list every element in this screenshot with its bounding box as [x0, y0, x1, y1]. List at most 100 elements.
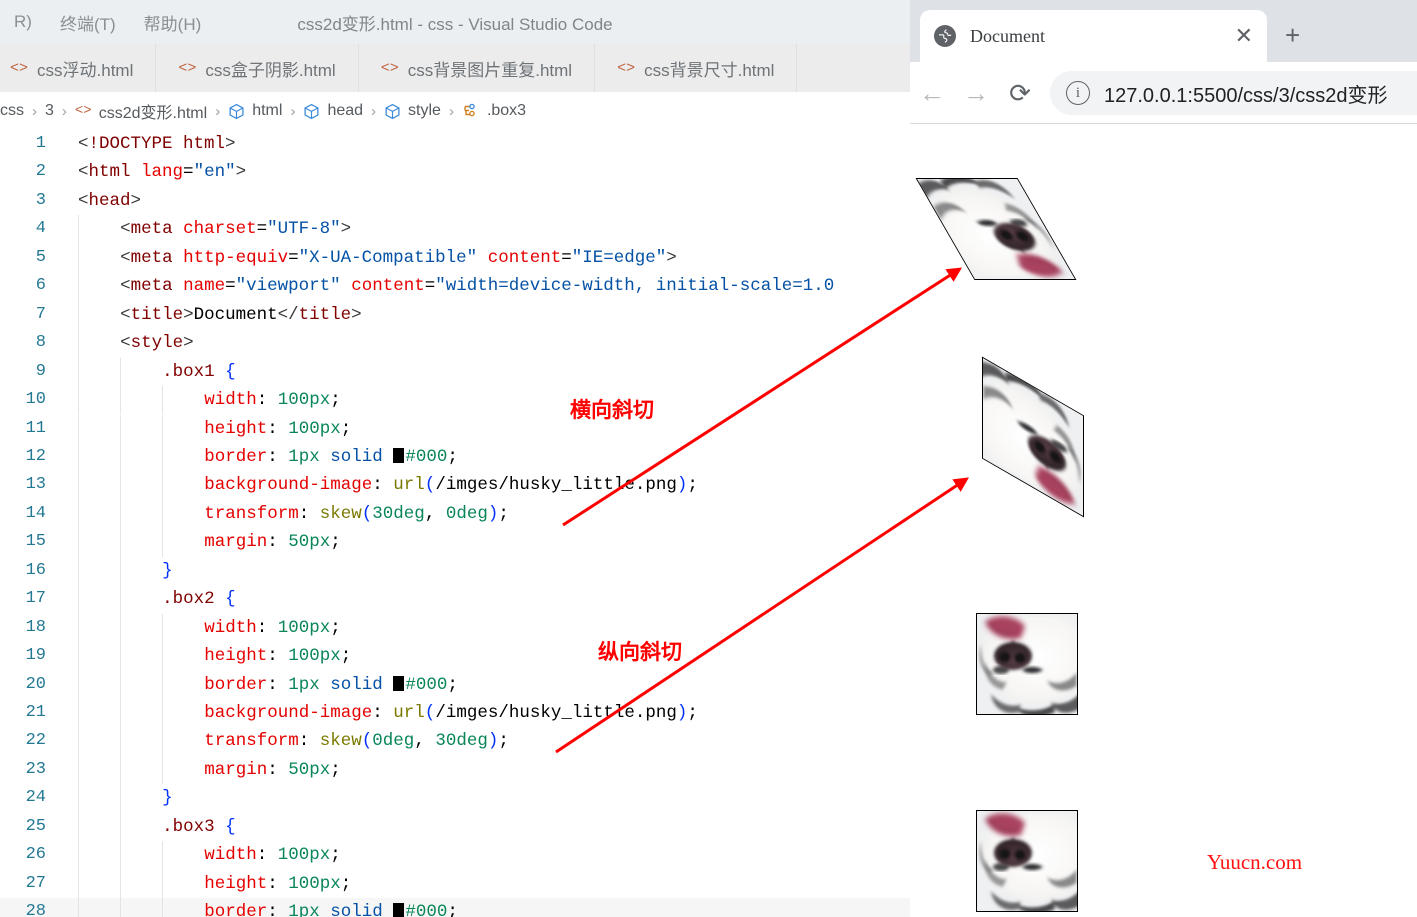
code-token: =: [257, 219, 268, 239]
code-line[interactable]: 27height: 100px;: [0, 870, 910, 898]
code-token: solid: [330, 675, 383, 695]
code-token: (: [362, 504, 373, 524]
code-line[interactable]: 7<title>Document</title>: [0, 301, 910, 329]
code-token: [320, 447, 331, 467]
code-token: 100px: [278, 845, 331, 865]
indent-guide: [162, 614, 163, 642]
indent-guide: [162, 471, 163, 499]
code-line[interactable]: 6<meta name="viewport" content="width=de…: [0, 272, 910, 300]
code-line[interactable]: 12border: 1px solid #000;: [0, 443, 910, 471]
code-token: #000: [405, 675, 447, 695]
reload-icon[interactable]: ⟳: [998, 71, 1042, 115]
new-tab-button[interactable]: +: [1285, 22, 1300, 48]
code-line[interactable]: 14transform: skew(30deg, 0deg);: [0, 500, 910, 528]
screenshot-root: css2d变形.html - css - Visual Studio Code …: [0, 0, 1417, 917]
indent-guide: [162, 699, 163, 727]
breadcrumb-item-html[interactable]: html: [228, 102, 282, 120]
breadcrumb: css › 3 › <> css2d变形.html › html ›: [0, 92, 910, 130]
breadcrumb-item-box3[interactable]: .box3: [462, 102, 526, 120]
back-icon[interactable]: ←: [910, 71, 954, 115]
code-line[interactable]: 20border: 1px solid #000;: [0, 671, 910, 699]
code-token: meta: [131, 248, 184, 268]
code-line[interactable]: 17.box2 {: [0, 585, 910, 613]
line-number: 15: [0, 528, 46, 556]
code-token: .box3: [162, 817, 225, 837]
indent-guide: [162, 500, 163, 528]
code-token: 100px: [278, 618, 331, 638]
editor-tab-label: css背景尺寸.html: [644, 56, 774, 81]
indent-guide: [120, 699, 121, 727]
indent-guide: [120, 870, 121, 898]
editor-tab-2[interactable]: <> css背景图片重复.html: [359, 44, 595, 92]
breadcrumb-item-head[interactable]: head: [303, 102, 363, 120]
code-line[interactable]: 21background-image: url(/imges/husky_lit…: [0, 699, 910, 727]
editor-tab-0[interactable]: <> css浮动.html: [0, 44, 156, 92]
line-number: 17: [0, 585, 46, 613]
code-line[interactable]: 18 width: 100px;: [0, 614, 910, 642]
code-editor[interactable]: 1<!DOCTYPE html>2<html lang="en">3<head>…: [0, 130, 910, 917]
code-line[interactable]: 25.box3 {: [0, 813, 910, 841]
code-token: title: [299, 305, 352, 325]
annotation-label-2: 纵向斜切: [598, 636, 682, 666]
indent-guide: [78, 500, 79, 528]
code-line[interactable]: 13background-image: url(/imges/husky_lit…: [0, 471, 910, 499]
code-line-text: border: 1px solid #000;: [204, 898, 458, 917]
code-line[interactable]: 23margin: 50px;: [0, 756, 910, 784]
menu-item-terminal[interactable]: 终端(T): [46, 10, 130, 35]
address-bar[interactable]: i 127.0.0.1:5500/css/3/css2d变形: [1050, 71, 1417, 115]
editor-tab-bar: <> css浮动.html <> css盒子阴影.html <> css背景图片…: [0, 44, 910, 92]
code-token: {: [225, 817, 236, 837]
indent-guide: [120, 784, 121, 812]
breadcrumb-item-3[interactable]: 3: [45, 102, 54, 120]
indent-guide: [162, 443, 163, 471]
code-line[interactable]: 2<html lang="en">: [0, 158, 910, 186]
line-number: 18: [0, 614, 46, 642]
code-token: >: [351, 305, 362, 325]
code-line[interactable]: 4<meta charset="UTF-8">: [0, 215, 910, 243]
indent-guide: [120, 557, 121, 585]
code-line[interactable]: 5<meta http-equiv="X-UA-Compatible" cont…: [0, 244, 910, 272]
editor-tab-3[interactable]: <> css背景尺寸.html: [595, 44, 797, 92]
code-token: border: [204, 675, 267, 695]
code-line[interactable]: 10width: 100px;: [0, 386, 910, 414]
code-line[interactable]: 11height: 100px;: [0, 415, 910, 443]
code-token: html: [89, 162, 142, 182]
code-line[interactable]: 15margin: 50px;: [0, 528, 910, 556]
breadcrumb-label: head: [327, 102, 363, 120]
code-line[interactable]: 22transform: skew(0deg, 30deg);: [0, 727, 910, 755]
forward-icon[interactable]: →: [954, 71, 998, 115]
code-line[interactable]: 9.box1 {: [0, 358, 910, 386]
line-number: 24: [0, 784, 46, 812]
vscode-window: css2d变形.html - css - Visual Studio Code …: [0, 0, 910, 917]
husky-rotate-2: [976, 810, 1078, 912]
code-line[interactable]: 28border: 1px solid #000;: [0, 898, 910, 917]
code-line[interactable]: 3<head>: [0, 187, 910, 215]
code-line[interactable]: 19height: 100px;: [0, 642, 910, 670]
line-number: 11: [0, 415, 46, 443]
code-line[interactable]: 16}: [0, 557, 910, 585]
browser-tab[interactable]: Document ✕: [920, 10, 1267, 62]
menu-item-help[interactable]: 帮助(H): [130, 10, 216, 35]
code-token: content: [351, 276, 425, 296]
code-token: ;: [341, 646, 352, 666]
close-icon[interactable]: ✕: [1227, 25, 1253, 47]
code-line[interactable]: 26width: 100px;: [0, 841, 910, 869]
code-token: [320, 902, 331, 917]
info-icon[interactable]: i: [1066, 81, 1090, 105]
breadcrumb-item-file[interactable]: <> css2d变形.html: [75, 99, 207, 123]
code-line[interactable]: 1<!DOCTYPE html>: [0, 130, 910, 158]
breadcrumb-item-css[interactable]: css: [0, 102, 24, 120]
breadcrumb-item-style[interactable]: style: [384, 102, 441, 120]
code-token: :: [257, 390, 278, 410]
code-line[interactable]: 8<style>: [0, 329, 910, 357]
breadcrumb-label: css2d变形.html: [99, 99, 207, 123]
code-line[interactable]: 24}: [0, 784, 910, 812]
code-token: <: [120, 305, 131, 325]
code-token: skew: [320, 504, 362, 524]
code-token: ;: [330, 618, 341, 638]
code-token: <: [120, 276, 131, 296]
editor-tab-1[interactable]: <> css盒子阴影.html: [156, 44, 358, 92]
menu-item-0[interactable]: R): [0, 12, 46, 32]
code-line-text: width: 100px;: [204, 614, 341, 642]
symbol-cube-icon: [303, 103, 320, 120]
